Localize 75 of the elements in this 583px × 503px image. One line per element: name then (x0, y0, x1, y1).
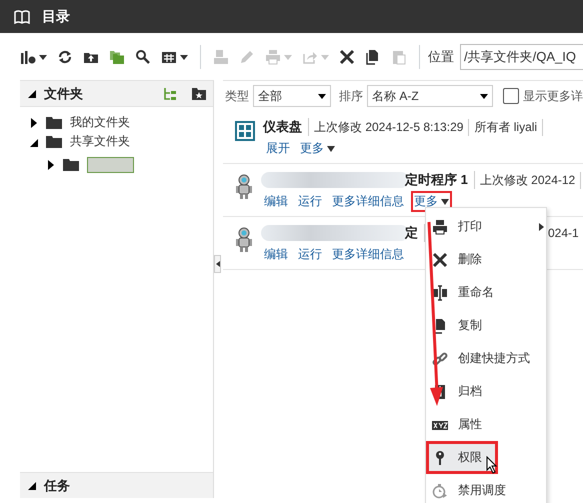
cursor-icon (486, 456, 498, 474)
expand-icon[interactable] (30, 136, 38, 146)
location-label: 位置 (428, 48, 454, 66)
sort-label: 排序 (339, 88, 363, 104)
printer-icon (265, 49, 281, 65)
caret-icon (284, 54, 292, 60)
search-icon (135, 49, 151, 65)
sort-dropdown[interactable]: 名称 A-Z (367, 85, 493, 107)
caret-icon (39, 54, 47, 60)
chart-icon (20, 49, 36, 65)
share-icon (302, 49, 318, 65)
item-meta: 上次修改 2024-12-5 8:13:29 (309, 118, 470, 136)
stamp-icon (213, 49, 229, 65)
folder-star-icon[interactable] (191, 86, 207, 100)
panel-title: 文件夹 (44, 84, 84, 102)
expand-icon[interactable] (30, 118, 38, 128)
checkbox[interactable] (503, 88, 519, 104)
copy-icon (365, 49, 381, 65)
grid-icon (161, 49, 177, 65)
item-meta: 所有者 liyali (469, 118, 544, 136)
tree-icon[interactable] (163, 86, 177, 100)
link-icon (432, 350, 448, 366)
printer-icon (432, 218, 448, 234)
location-field[interactable]: /共享文件夹/QA_IQ (460, 44, 583, 70)
menu-item[interactable]: 属性 (426, 408, 546, 441)
action-link[interactable]: 展开 (263, 138, 293, 159)
folders-icon (109, 49, 125, 65)
action-link[interactable]: 运行 (295, 244, 325, 265)
book-icon (14, 10, 30, 24)
caret-icon (327, 146, 335, 152)
action-link[interactable]: 运行 (295, 191, 325, 212)
menu-item[interactable]: 权限 (426, 441, 498, 474)
refresh-icon (57, 49, 73, 65)
submenu-arrow-icon (539, 222, 544, 230)
menu-item[interactable]: 创建快捷方式 (426, 342, 546, 375)
robot-icon (235, 174, 253, 200)
dashboard-icon (235, 121, 255, 141)
type-dropdown[interactable]: 全部 (253, 85, 331, 107)
collapse-handle[interactable] (214, 255, 221, 273)
pencil-icon (239, 49, 255, 65)
page-title: 目录 (42, 8, 70, 26)
menu-item[interactable]: 打印 (426, 210, 546, 243)
item-name[interactable]: 定时程序 1 (405, 171, 475, 189)
item-name[interactable]: 仪表盘 (263, 118, 309, 136)
rename-icon (432, 284, 448, 300)
item-meta: 024-1 (547, 226, 580, 240)
delete-icon (432, 252, 448, 268)
menu-item[interactable]: 禁用调度 (426, 474, 546, 503)
action-link[interactable]: 更多 (297, 138, 338, 159)
close-icon (339, 49, 355, 65)
action-link[interactable]: 更多详细信息 (329, 244, 407, 265)
action-link[interactable]: 编辑 (261, 191, 291, 212)
tree-item[interactable]: 共享文件夹 (70, 133, 130, 150)
folder-icon (63, 158, 79, 170)
caret-icon (480, 94, 488, 98)
action-link[interactable]: 编辑 (261, 244, 291, 265)
expand-icon[interactable] (47, 160, 55, 170)
folder-icon (46, 136, 62, 148)
checkbox-label: 显示更多详 (523, 88, 583, 104)
caret-icon (318, 94, 326, 98)
item-meta: 上次修改 2024-12 (474, 172, 582, 188)
robot-icon (235, 227, 253, 253)
menu-item[interactable]: 删除 (426, 243, 546, 276)
caret-icon (321, 54, 329, 60)
type-label: 类型 (225, 88, 249, 104)
menu-item[interactable]: 复制 (426, 309, 546, 342)
panel-title: 任务 (44, 476, 71, 494)
action-link[interactable]: 更多详细信息 (329, 191, 407, 212)
schedule-icon (432, 482, 448, 498)
menu-item[interactable]: 重命名 (426, 276, 546, 309)
caret-icon (180, 54, 188, 60)
caret-icon (441, 198, 449, 204)
paste-icon (391, 49, 407, 65)
tree-item[interactable]: 我的文件夹 (70, 114, 130, 131)
folder-icon (46, 116, 62, 128)
